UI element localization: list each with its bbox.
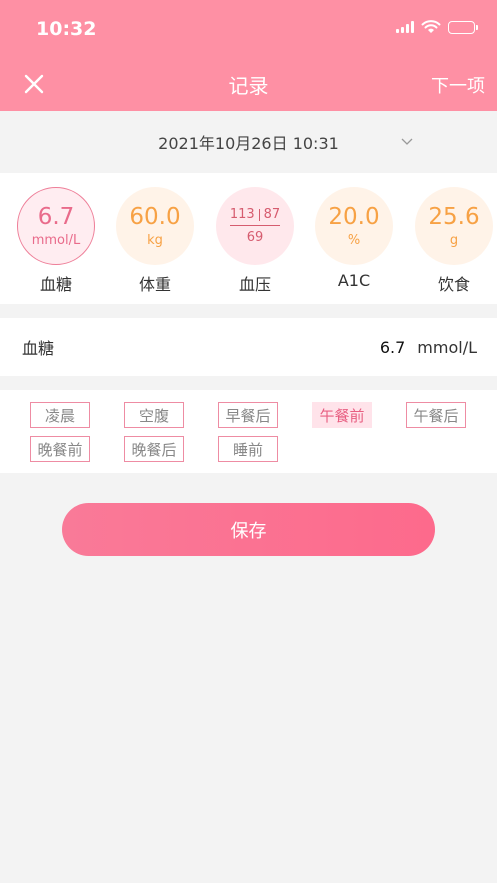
status-time: 10:32 bbox=[36, 18, 97, 40]
metric-selector: 6.7 mmol/L 血糖 60.0 kg 体重 113 87 69 血压 20… bbox=[0, 173, 497, 304]
metric-label: A1C bbox=[337, 271, 371, 290]
metric-circle: 60.0 kg bbox=[116, 187, 194, 265]
wifi-icon bbox=[421, 20, 441, 33]
date-value: 2021年10月26日 10:31 bbox=[158, 134, 339, 153]
metric-unit: % bbox=[347, 233, 361, 248]
metric-value: 60.0 bbox=[129, 204, 181, 230]
bp-pulse: 69 bbox=[246, 230, 264, 245]
metric-a1c[interactable]: 20.0 % A1C bbox=[314, 187, 394, 290]
reading-value[interactable]: 6.7 bbox=[380, 338, 405, 357]
status-icons bbox=[396, 20, 478, 34]
reading-unit: mmol/L bbox=[417, 337, 477, 357]
metric-circle: 25.6 g bbox=[415, 187, 493, 265]
time-tag-group: 凌晨 空腹 早餐后 午餐前 午餐后 晚餐前 晚餐后 睡前 bbox=[0, 390, 497, 473]
metric-unit: mmol/L bbox=[31, 233, 81, 248]
bp-readings: 113 87 bbox=[229, 207, 281, 226]
header-bar: 10:32 记录 下一项 bbox=[0, 0, 497, 111]
reading-input-row[interactable]: 血糖 6.7 mmol/L bbox=[0, 318, 497, 376]
tag-fasting[interactable]: 空腹 bbox=[124, 402, 184, 428]
metric-unit: g bbox=[449, 233, 459, 248]
tag-bedtime[interactable]: 睡前 bbox=[218, 436, 278, 462]
chevron-down-icon bbox=[401, 138, 413, 145]
signal-icon bbox=[396, 21, 414, 33]
metric-diet[interactable]: 25.6 g 饮食 bbox=[414, 187, 494, 295]
close-icon[interactable] bbox=[22, 72, 46, 96]
metric-weight[interactable]: 60.0 kg 体重 bbox=[115, 187, 195, 295]
tag-after-lunch[interactable]: 午餐后 bbox=[406, 402, 466, 428]
reading-label: 血糖 bbox=[22, 339, 55, 358]
tag-after-dinner[interactable]: 晚餐后 bbox=[124, 436, 184, 462]
metric-label: 体重 bbox=[138, 275, 171, 294]
metric-value: 25.6 bbox=[428, 204, 480, 230]
page-title: 记录 bbox=[228, 74, 269, 98]
tag-before-lunch[interactable]: 午餐前 bbox=[312, 402, 372, 428]
bp-diastolic: 87 bbox=[263, 207, 281, 222]
metric-unit: kg bbox=[147, 233, 163, 248]
metric-blood-glucose[interactable]: 6.7 mmol/L 血糖 bbox=[16, 187, 96, 295]
metric-value: 20.0 bbox=[328, 204, 380, 230]
bp-systolic: 113 bbox=[229, 207, 255, 222]
metric-circle: 6.7 mmol/L bbox=[17, 187, 95, 265]
date-selector[interactable]: 2021年10月26日 10:31 bbox=[0, 111, 497, 173]
metric-label: 血压 bbox=[238, 275, 271, 294]
metric-circle: 20.0 % bbox=[315, 187, 393, 265]
metric-label: 饮食 bbox=[437, 275, 470, 294]
metric-blood-pressure[interactable]: 113 87 69 血压 bbox=[215, 187, 295, 295]
tag-after-breakfast[interactable]: 早餐后 bbox=[218, 402, 278, 428]
metric-value: 6.7 bbox=[37, 204, 75, 230]
metric-label: 血糖 bbox=[39, 275, 72, 294]
tag-before-dinner[interactable]: 晚餐前 bbox=[30, 436, 90, 462]
battery-icon bbox=[448, 20, 478, 34]
next-item-button[interactable]: 下一项 bbox=[431, 72, 485, 98]
save-button[interactable]: 保存 bbox=[62, 503, 435, 556]
metric-circle: 113 87 69 bbox=[216, 187, 294, 265]
tag-early-morning[interactable]: 凌晨 bbox=[30, 402, 90, 428]
